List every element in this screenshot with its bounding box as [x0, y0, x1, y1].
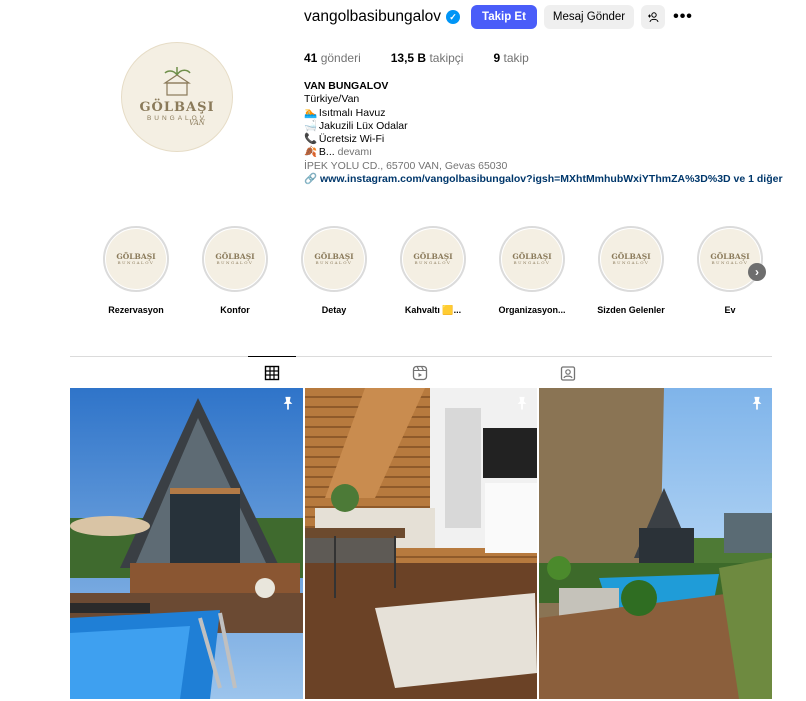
post-image-interior [305, 388, 537, 699]
post-grid [70, 388, 772, 701]
post-image-a-frame [70, 388, 303, 699]
highlight-cover: GÖLBAŞI BUNGALOV [304, 229, 364, 289]
profile-bio: VAN BUNGALOV Türkiye/Van 🏊 Isıtmalı Havu… [304, 80, 784, 186]
highlight-item[interactable]: GÖLBAŞI BUNGALOV Kahvaltı 🟨... [393, 226, 473, 316]
palm-icon [163, 66, 191, 96]
story-highlights: GÖLBAŞI BUNGALOV Rezervasyon GÖLBAŞI BUNGAL… [96, 226, 786, 326]
bio-line: 📞 Ücretsiz Wi-Fi [304, 133, 784, 146]
highlight-ring: GÖLBAŞI BUNGALOV [598, 226, 664, 292]
pin-icon [517, 396, 527, 410]
profile-avatar[interactable]: GÖLBAŞI BUNGALOV VAN [121, 42, 233, 152]
follow-button[interactable]: Takip Et [471, 5, 537, 29]
bio-link-row: 🔗 www.instagram.com/vangolbasibungalov?i… [304, 173, 784, 186]
highlight-item[interactable]: GÖLBAŞI BUNGALOV Sizden Gelenler [591, 226, 671, 315]
bio-line: 🏊 Isıtmalı Havuz [304, 107, 784, 120]
highlight-logo: GÖLBAŞI BUNGALOV [413, 251, 453, 266]
stat-posts[interactable]: 41 gönderi [304, 51, 361, 65]
bio-line: 🛁 Jakuzili Lüx Odalar [304, 120, 784, 133]
highlight-ring: GÖLBAŞI BUNGALOV [202, 226, 268, 292]
highlight-item[interactable]: GÖLBAŞI BUNGALOV Detay [294, 226, 374, 315]
highlight-ring: GÖLBAŞI BUNGALOV [697, 226, 763, 292]
highlight-logo: GÖLBAŞI BUNGALOV [611, 251, 651, 266]
bio-name: VAN BUNGALOV [304, 80, 389, 92]
post-image-garden [539, 388, 772, 699]
highlight-cover: GÖLBAŞI BUNGALOV [205, 229, 265, 289]
verified-badge-icon: ✓ [446, 10, 461, 24]
username-row: vangolbasibungalov ✓ [304, 6, 461, 28]
leaf-emoji-icon: 🍂 [304, 146, 318, 159]
bathtub-emoji-icon: 🛁 [304, 119, 318, 132]
stat-posts-value: 41 [304, 51, 318, 65]
username: vangolbasibungalov [304, 8, 442, 25]
highlight-label: Kahvaltı 🟨... [404, 305, 462, 315]
stat-following-label: takip [503, 51, 529, 65]
post-thumbnail[interactable] [539, 388, 772, 699]
highlight-cover: GÖLBAŞI BUNGALOV [502, 229, 562, 289]
bio-address[interactable]: İPEK YOLU CD., 65700 VAN, Gevas 65030 [304, 160, 784, 173]
bio-line-text: Jakuzili Lüx Odalar [318, 119, 408, 132]
profile-page: GÖLBAŞI BUNGALOV VAN vangolbasibungalov … [0, 0, 806, 701]
highlight-item[interactable]: GÖLBAŞI BUNGALOV Rezervasyon [96, 226, 176, 315]
tab-reels[interactable] [396, 357, 444, 389]
pin-icon [752, 396, 762, 410]
link-icon: 🔗 [304, 173, 318, 186]
avatar-logo-line1: GÖLBAŞI [139, 99, 215, 115]
avatar-logo: GÖLBAŞI BUNGALOV VAN [139, 66, 215, 128]
highlight-cover: GÖLBAŞI BUNGALOV [106, 229, 166, 289]
highlight-label: Ev [724, 305, 736, 315]
highlight-label: Sizden Gelenler [597, 305, 665, 315]
highlight-logo: GÖLBAŞI BUNGALOV [116, 251, 156, 266]
grid-icon [264, 365, 280, 380]
highlight-label: Konfor [220, 305, 250, 315]
bio-more-link[interactable]: devamı [338, 146, 372, 158]
reels-icon [412, 365, 428, 381]
highlight-item[interactable]: GÖLBAŞI BUNGALOV Konfor [195, 226, 275, 315]
highlight-label: Rezervasyon [108, 305, 164, 315]
bio-line: 🍂 B... devamı [304, 146, 784, 159]
highlight-ring: GÖLBAŞI BUNGALOV [499, 226, 565, 292]
post-thumbnail[interactable] [305, 388, 537, 699]
highlight-label: Organizasyon... [498, 305, 566, 315]
highlight-cover: GÖLBAŞI BUNGALOV [403, 229, 463, 289]
stat-posts-label: gönderi [320, 51, 361, 65]
bio-line-text: B... [318, 146, 335, 159]
phone-emoji-icon: 📞 [304, 133, 318, 146]
highlight-label: Detay [321, 305, 347, 315]
bio-line-text: Isıtmalı Havuz [318, 106, 386, 119]
highlight-ring: GÖLBAŞI BUNGALOV [400, 226, 466, 292]
pool-emoji-icon: 🏊 [304, 106, 318, 119]
profile-tabs [70, 356, 772, 388]
more-icon[interactable]: ••• [672, 5, 694, 29]
highlight-cover: GÖLBAŞI BUNGALOV [601, 229, 661, 289]
bio-line-text: Ücretsiz Wi-Fi [318, 133, 385, 146]
stat-following[interactable]: 9 takip [493, 51, 528, 65]
highlight-item[interactable]: GÖLBAŞI BUNGALOV Organizasyon... [492, 226, 572, 315]
highlight-logo: GÖLBAŞI BUNGALOV [314, 251, 354, 266]
stat-followers-label: takipçi [429, 51, 464, 65]
stat-followers[interactable]: 13,5 B takipçi [391, 51, 464, 65]
highlights-next-arrow-icon[interactable]: › [748, 263, 766, 281]
add-user-icon[interactable] [641, 5, 665, 29]
tagged-icon [560, 366, 576, 381]
bio-link[interactable]: www.instagram.com/vangolbasibungalov?igs… [320, 173, 783, 185]
post-thumbnail[interactable] [70, 388, 303, 699]
message-button[interactable]: Mesaj Gönder [544, 5, 634, 29]
tab-tagged[interactable] [544, 357, 592, 389]
highlight-cover: GÖLBAŞI BUNGALOV [700, 229, 760, 289]
pin-icon [283, 396, 293, 410]
stat-following-value: 9 [493, 51, 501, 65]
highlight-logo: GÖLBAŞI BUNGALOV [710, 251, 750, 266]
stat-followers-value: 13,5 B [390, 51, 427, 65]
highlight-logo: GÖLBAŞI BUNGALOV [215, 251, 255, 266]
tab-posts[interactable] [248, 356, 296, 388]
profile-stats: 41 gönderi 13,5 B takipçi 9 takip [304, 51, 559, 65]
highlight-ring: GÖLBAŞI BUNGALOV [301, 226, 367, 292]
bio-location: Türkiye/Van [304, 93, 360, 106]
highlight-ring: GÖLBAŞI BUNGALOV [103, 226, 169, 292]
highlight-logo: GÖLBAŞI BUNGALOV [512, 251, 552, 266]
